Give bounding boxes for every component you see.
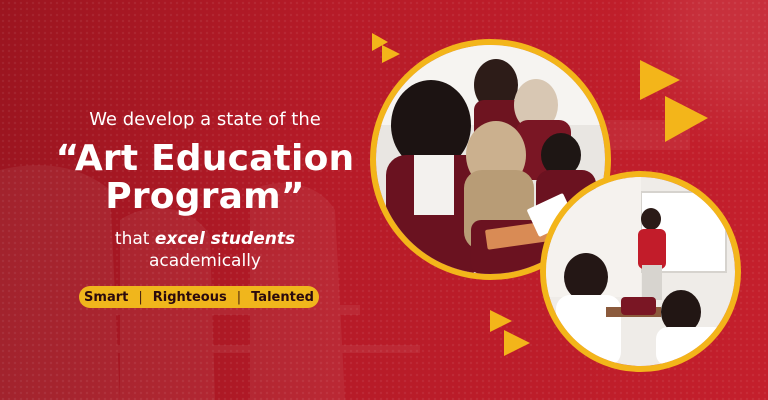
headline-subline-2: academically bbox=[149, 251, 261, 271]
headline-subline: that excel students bbox=[55, 228, 355, 250]
photo-teacher-whiteboard bbox=[540, 171, 741, 372]
subline-emphasis: excel students bbox=[154, 229, 296, 249]
headline-main-line-1: “Art Education bbox=[55, 138, 355, 179]
headline-intro: We develop a state of the bbox=[89, 109, 321, 130]
subline-prefix: that bbox=[114, 229, 150, 249]
tag-righteous: Righteous bbox=[152, 289, 227, 305]
tag-talented: Talented bbox=[251, 289, 314, 305]
tag-separator: | bbox=[236, 289, 242, 305]
tag-smart: Smart bbox=[84, 289, 129, 305]
values-tag-pill: Smart | Righteous | Talented bbox=[79, 286, 319, 308]
headline-block: We develop a state of the “Art Education… bbox=[55, 108, 355, 272]
triangle-decoration-top-left bbox=[372, 33, 400, 63]
headline-main-line-2: Program” bbox=[105, 176, 305, 217]
promo-banner: We develop a state of the “Art Education… bbox=[0, 0, 768, 400]
classroom-teacher-whiteboard-illustration bbox=[546, 177, 735, 366]
triangle-decoration-bottom bbox=[490, 310, 530, 356]
tag-separator: | bbox=[138, 289, 143, 305]
triangle-decoration-right-large bbox=[640, 60, 708, 142]
